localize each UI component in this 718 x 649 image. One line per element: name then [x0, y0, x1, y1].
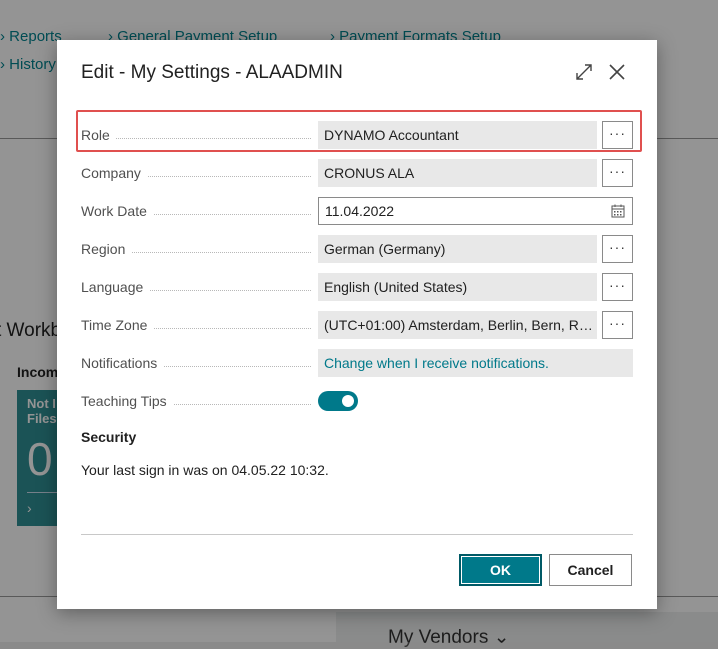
close-icon[interactable]: [606, 61, 628, 83]
company-row: Company CRONUS ALA ···: [81, 159, 633, 187]
toggle-knob: [342, 395, 354, 407]
language-field[interactable]: English (United States): [318, 273, 597, 301]
notifications-link[interactable]: Change when I receive notifications.: [318, 349, 633, 377]
teaching-tips-row: Teaching Tips: [81, 387, 633, 415]
work-date-value: 11.04.2022: [325, 203, 395, 219]
ok-button[interactable]: OK: [459, 554, 542, 586]
region-label: Region: [81, 235, 132, 263]
time-zone-field[interactable]: (UTC+01:00) Amsterdam, Berlin, Bern, Rom…: [318, 311, 597, 339]
calendar-icon[interactable]: [611, 204, 625, 218]
notifications-label: Notifications: [81, 349, 164, 377]
teaching-tips-toggle[interactable]: [318, 391, 358, 411]
work-date-input[interactable]: 11.04.2022: [318, 197, 633, 225]
time-zone-row: Time Zone (UTC+01:00) Amsterdam, Berlin,…: [81, 311, 633, 339]
region-field[interactable]: German (Germany): [318, 235, 597, 263]
role-lookup-button[interactable]: ···: [602, 121, 633, 149]
role-label: Role: [81, 121, 116, 149]
work-date-row: Work Date 11.04.2022: [81, 197, 633, 225]
company-field[interactable]: CRONUS ALA: [318, 159, 597, 187]
role-row: Role DYNAMO Accountant ···: [81, 121, 633, 149]
region-row: Region German (Germany) ···: [81, 235, 633, 263]
time-zone-label: Time Zone: [81, 311, 154, 339]
dialog-title: Edit - My Settings - ALAADMIN: [81, 62, 343, 83]
role-field[interactable]: DYNAMO Accountant: [318, 121, 597, 149]
last-sign-in-text: Your last sign in was on 04.05.22 10:32.: [81, 462, 329, 478]
expand-icon[interactable]: [574, 62, 594, 82]
language-label: Language: [81, 273, 150, 301]
language-row: Language English (United States) ···: [81, 273, 633, 301]
time-zone-lookup-button[interactable]: ···: [602, 311, 633, 339]
language-lookup-button[interactable]: ···: [602, 273, 633, 301]
security-heading: Security: [81, 429, 137, 445]
notifications-row: Notifications Change when I receive noti…: [81, 349, 633, 377]
region-lookup-button[interactable]: ···: [602, 235, 633, 263]
my-settings-dialog: Edit - My Settings - ALAADMIN Role DYNAM…: [57, 40, 657, 609]
company-label: Company: [81, 159, 147, 187]
footer-divider: [81, 534, 633, 535]
work-date-label: Work Date: [81, 197, 153, 225]
teaching-tips-label: Teaching Tips: [81, 387, 173, 415]
company-lookup-button[interactable]: ···: [602, 159, 633, 187]
cancel-button[interactable]: Cancel: [549, 554, 632, 586]
